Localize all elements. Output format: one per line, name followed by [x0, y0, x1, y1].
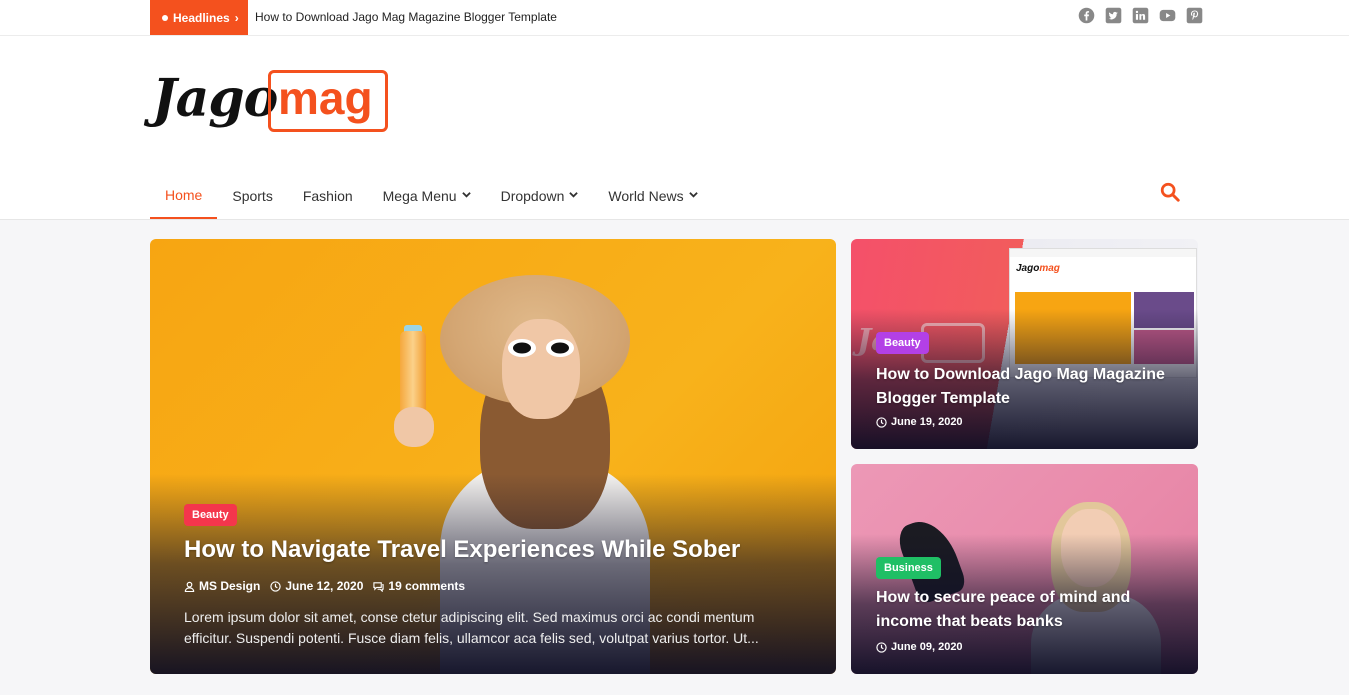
- chevron-down-icon: [569, 192, 579, 198]
- nav-item-label: Sports: [232, 187, 273, 204]
- side-post-card[interactable]: Business How to secure peace of mind and…: [851, 464, 1198, 674]
- category-badge[interactable]: Beauty: [876, 332, 929, 354]
- sunglasses-graphic: [508, 339, 574, 357]
- nav-item-fashion[interactable]: Fashion: [288, 172, 368, 219]
- search-icon[interactable]: [1159, 181, 1181, 203]
- youtube-icon[interactable]: [1158, 6, 1176, 24]
- linkedin-icon[interactable]: [1131, 6, 1149, 24]
- side-post-card[interactable]: Jagomag Ja Beauty How to Download Jago M…: [851, 239, 1198, 449]
- nav-item-label: Dropdown: [500, 187, 565, 204]
- author-name[interactable]: MS Design: [199, 579, 260, 593]
- nav-item-label: Mega Menu: [382, 187, 457, 204]
- post-date: June 09, 2020: [891, 641, 963, 653]
- site-logo[interactable]: Jago mag: [150, 66, 390, 136]
- post-date: June 12, 2020: [285, 579, 364, 593]
- featured-meta: MS Design June 12, 2020 19 comments: [184, 579, 465, 593]
- comments-meta: 19 comments: [373, 579, 465, 593]
- top-bar: Headlines › How to Download Jago Mag Mag…: [0, 0, 1349, 36]
- date-meta: June 12, 2020: [270, 579, 363, 593]
- clock-icon: [270, 580, 282, 592]
- ticker-link[interactable]: How to Download Jago Mag Magazine Blogge…: [255, 10, 557, 24]
- side-post-meta: June 09, 2020: [876, 641, 963, 653]
- twitter-icon[interactable]: [1104, 6, 1122, 24]
- side-post-meta: June 19, 2020: [876, 416, 963, 428]
- dot-icon: [162, 14, 168, 21]
- nav-item-home[interactable]: Home: [150, 172, 218, 219]
- featured-excerpt: Lorem ipsum dolor sit amet, conse ctetur…: [184, 609, 759, 646]
- clock-icon: [876, 416, 887, 428]
- post-date: June 19, 2020: [891, 416, 963, 428]
- category-badge[interactable]: Business: [876, 557, 941, 579]
- featured-title[interactable]: How to Navigate Travel Experiences While…: [184, 536, 824, 564]
- logo-mag-text: mag: [278, 72, 373, 124]
- facebook-icon[interactable]: [1077, 6, 1095, 24]
- user-icon: [184, 581, 195, 592]
- logo-jago-text: Jago: [152, 68, 278, 129]
- nav-item-dropdown[interactable]: Dropdown: [486, 172, 594, 219]
- main-nav: Home Sports Fashion Mega Menu Dropdown W…: [150, 172, 713, 219]
- nav-item-sports[interactable]: Sports: [217, 172, 287, 219]
- nav-item-world-news[interactable]: World News: [593, 172, 712, 219]
- date-meta: June 09, 2020: [876, 641, 963, 653]
- pinterest-icon[interactable]: [1185, 6, 1203, 24]
- featured-post-card[interactable]: Beauty How to Navigate Travel Experience…: [150, 239, 836, 674]
- nav-item-label: Fashion: [302, 187, 353, 204]
- category-badge[interactable]: Beauty: [184, 504, 237, 526]
- clock-icon: [876, 641, 887, 653]
- chevron-down-icon: [461, 192, 471, 198]
- nav-item-label: World News: [608, 187, 684, 204]
- hand-graphic: [394, 407, 434, 447]
- side-post-title[interactable]: How to secure peace of mind and income t…: [876, 586, 1176, 634]
- author-meta: MS Design: [184, 579, 260, 593]
- nav-item-mega-menu[interactable]: Mega Menu: [368, 172, 486, 219]
- headlines-text: Headlines: [173, 10, 230, 25]
- date-meta: June 19, 2020: [876, 416, 963, 428]
- site-header: Jago mag Home Sports Fashion Mega Menu D…: [0, 36, 1349, 220]
- chevron-right-icon: ›: [234, 10, 239, 25]
- chevron-down-icon: [688, 192, 698, 198]
- woman-face-graphic: [502, 319, 580, 419]
- nav-item-label: Home: [165, 186, 203, 203]
- comments-icon: [373, 581, 385, 592]
- comment-count[interactable]: 19 comments: [388, 579, 465, 593]
- side-post-title[interactable]: How to Download Jago Mag Magazine Blogge…: [876, 363, 1176, 411]
- headlines-label: Headlines ›: [150, 0, 248, 35]
- social-icons: [1077, 6, 1203, 24]
